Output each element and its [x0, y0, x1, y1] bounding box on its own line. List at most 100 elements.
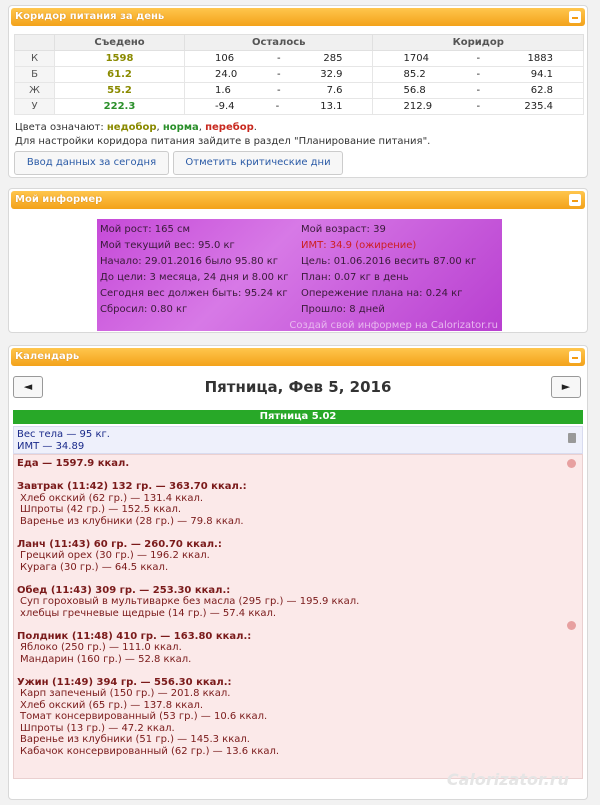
- color-legend: Цвета означают: недобор, норма, перебор.: [15, 122, 257, 133]
- calendar-panel: Календарь Пятница, Фев 5, 2016 ◄ ► Пятни…: [8, 345, 588, 800]
- informer-right-col: Мой возраст: 39 ИМТ: 34.9 (ожирение) Цел…: [301, 222, 476, 318]
- prev-day-button[interactable]: ◄: [13, 376, 43, 398]
- left-min: 24.0: [215, 69, 238, 80]
- meal-line: Обед (11:43) 309 гр. — 253.30 ккал.:: [17, 584, 231, 596]
- left-min: 106: [215, 53, 235, 64]
- collapse-icon[interactable]: [569, 351, 581, 363]
- food-item: Мандарин (160 гр.) — 52.8 ккал.: [20, 653, 192, 665]
- corridor-range: 56.8 - 62.8: [372, 82, 584, 99]
- corr-dash: -: [476, 101, 481, 112]
- informer-current-weight: Мой текущий вес: 95.0 кг: [100, 240, 235, 251]
- left-max: 7.6: [326, 85, 343, 96]
- informer-left-col: Мой рост: 165 см Мой текущий вес: 95.0 к…: [100, 222, 289, 318]
- food-item: Хлеб окский (62 гр.) — 131.4 ккал.: [20, 492, 204, 504]
- food-item: Кабачок консервированный (62 гр.) — 13.6…: [20, 745, 280, 757]
- corr-max: 235.4: [524, 101, 553, 112]
- informer-plan: План: 0.07 кг в день: [301, 272, 409, 283]
- settings-hint: Для настройки коридора питания зайдите в…: [15, 136, 431, 147]
- corridor-panel: Коридор питания за день Съедено Осталось…: [8, 5, 588, 178]
- informer-age: Мой возраст: 39: [301, 224, 386, 235]
- calendar-date-title: Пятница, Фев 5, 2016: [204, 378, 392, 396]
- informer-panel: Мой информер Мой рост: 165 см Мой текущи…: [8, 188, 588, 333]
- bmi-value: ИМТ — 34.89: [17, 441, 85, 452]
- corridor-table: Съедено Осталось Коридор К 1598 106 - 285 …: [14, 34, 584, 115]
- food-item: Суп гороховый в мультиварке без масла (2…: [20, 596, 360, 607]
- meal-line: Завтрак (11:42) 132 гр. — 363.70 ккал.:: [17, 481, 247, 492]
- create-informer-link[interactable]: Создай свой информер на Calorizator.ru: [289, 320, 498, 331]
- informer-bmi: ИМТ: 34.9 (ожирение): [301, 240, 417, 251]
- food-log: Еда — 1597.9 ккал. Завтрак (11:42) 132 гр…: [13, 454, 583, 779]
- row-label: Б: [14, 66, 55, 83]
- corr-min: 56.8: [403, 85, 426, 96]
- eaten-value: 1598: [54, 50, 185, 67]
- corr-max: 62.8: [530, 85, 553, 96]
- left-min: -9.4: [215, 101, 235, 112]
- row-label: Ж: [14, 82, 55, 99]
- mark-critical-days-button[interactable]: Отметить критические дни: [173, 151, 343, 175]
- legend-prefix: Цвета означают:: [15, 122, 107, 133]
- row-label: К: [14, 50, 55, 67]
- table-row: У 222.3 -9.4 - 13.1 212.9 - 235.4: [14, 98, 584, 115]
- corr-max: 94.1: [530, 69, 553, 80]
- corridor-panel-header[interactable]: Коридор питания за день: [11, 8, 585, 26]
- hand-icon[interactable]: [567, 459, 576, 468]
- legend-end: .: [253, 122, 257, 133]
- food-item: Курага (30 гр.) — 64.5 ккал.: [20, 561, 169, 573]
- table-row: К 1598 106 - 285 1704 - 1883: [14, 50, 584, 67]
- day-header: Пятница 5.02: [13, 410, 583, 424]
- left-max: 13.1: [320, 101, 343, 112]
- calendar-panel-title: Календарь: [15, 351, 80, 362]
- corr-min: 212.9: [403, 101, 433, 112]
- corridor-col-left: Осталось: [183, 34, 374, 51]
- corridor-range: 212.9 - 235.4: [372, 98, 584, 115]
- corridor-range: 1704 - 1883: [372, 50, 584, 67]
- corridor-range: 85.2 - 94.1: [372, 66, 584, 83]
- corr-dash: -: [476, 69, 481, 80]
- meal-line: Еда — 1597.9 ккал.: [17, 458, 130, 469]
- left-range: 106 - 285: [183, 50, 374, 67]
- food-item: Карп запеченый (150 гр.) — 201.8 ккал.: [20, 688, 231, 699]
- eaten-value: 55.2: [54, 82, 185, 99]
- informer-to-goal: До цели: 3 месяца, 24 дня и 8.00 кг: [100, 272, 289, 283]
- left-dash: -: [275, 101, 280, 112]
- food-item: Яблоко (250 гр.) — 111.0 ккал.: [20, 642, 182, 653]
- collapse-icon[interactable]: [569, 194, 581, 206]
- watermark-brand: Calorizator.ru: [446, 770, 569, 789]
- informer-elapsed: Прошло: 8 дней: [301, 304, 385, 315]
- informer-goal: Цель: 01.06.2016 весить 87.00 кг: [301, 256, 477, 267]
- enter-today-button[interactable]: Ввод данных за сегодня: [14, 151, 169, 175]
- left-dash: -: [276, 85, 281, 96]
- left-dash: -: [276, 53, 281, 64]
- trash-icon[interactable]: [568, 433, 576, 443]
- food-item: Хлеб окский (65 гр.) — 137.8 ккал.: [20, 699, 204, 711]
- left-max: 32.9: [320, 69, 343, 80]
- body-weight: Вес тела — 95 кг.: [17, 429, 110, 440]
- informer-panel-header[interactable]: Мой информер: [11, 191, 585, 209]
- corr-dash: -: [476, 53, 481, 64]
- food-item: Томат консервированный (53 гр.) — 10.6 к…: [20, 711, 268, 722]
- collapse-icon[interactable]: [569, 11, 581, 23]
- left-max: 285: [323, 53, 343, 64]
- food-item: Варенье из клубники (28 гр.) — 79.8 ккал…: [20, 515, 244, 527]
- corr-min: 1704: [403, 53, 429, 64]
- hand-icon[interactable]: [567, 621, 576, 630]
- informer-panel-title: Мой информер: [15, 194, 103, 205]
- next-day-button[interactable]: ►: [551, 376, 581, 398]
- left-range: 1.6 - 7.6: [183, 82, 374, 99]
- calendar-panel-header[interactable]: Календарь: [11, 348, 585, 366]
- informer-today-target: Сегодня вес должен быть: 95.24 кг: [100, 288, 288, 299]
- informer-widget[interactable]: Мой рост: 165 см Мой текущий вес: 95.0 к…: [97, 219, 502, 331]
- eaten-value: 61.2: [54, 66, 185, 83]
- weight-box: Вес тела — 95 кг. ИМТ — 34.89: [13, 426, 583, 454]
- meal-line: Ужин (11:49) 394 гр. — 556.30 ккал.:: [17, 676, 232, 688]
- corr-dash: -: [476, 85, 481, 96]
- corr-min: 85.2: [403, 69, 426, 80]
- row-label: У: [14, 98, 55, 115]
- table-row: Б 61.2 24.0 - 32.9 85.2 - 94.1: [14, 66, 584, 83]
- eaten-value: 222.3: [54, 98, 185, 115]
